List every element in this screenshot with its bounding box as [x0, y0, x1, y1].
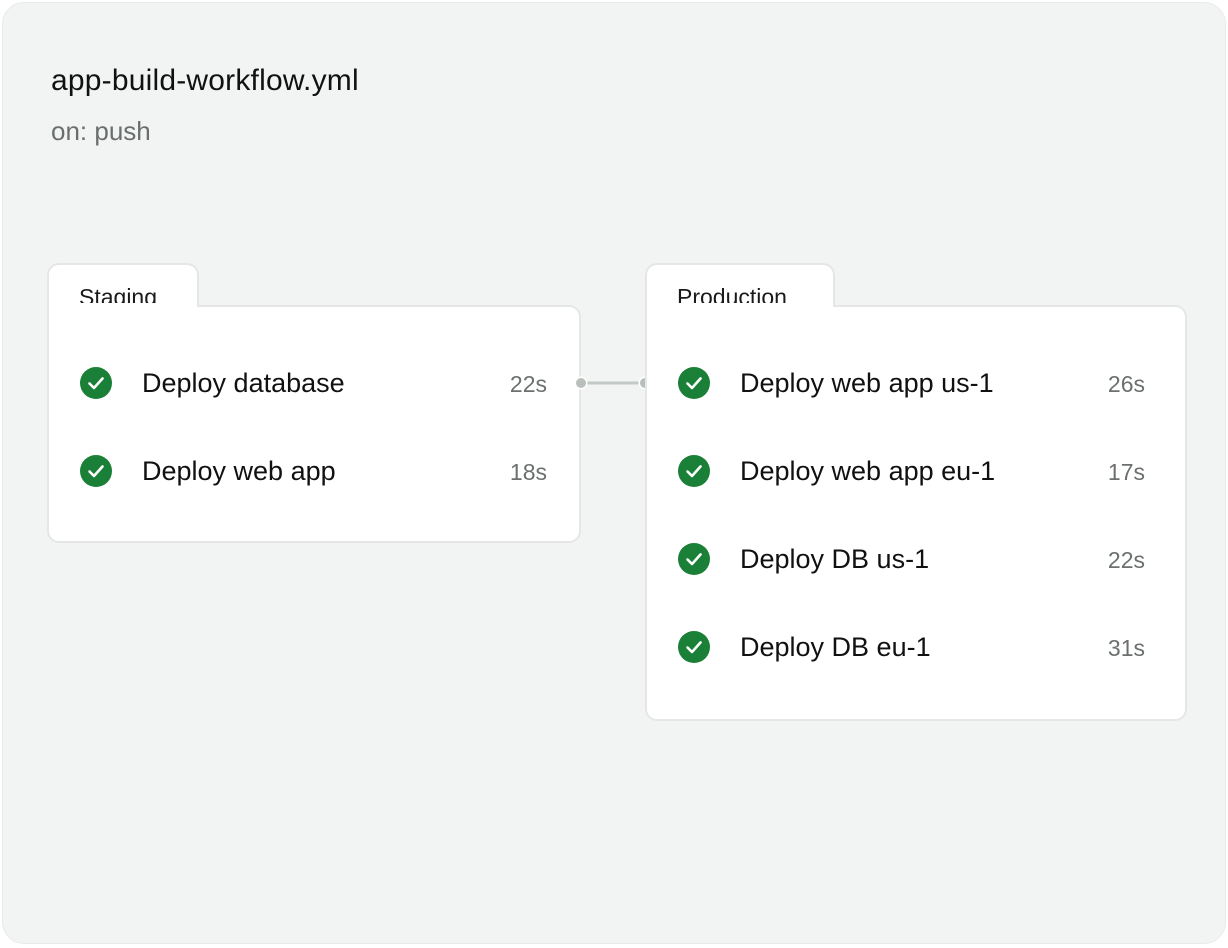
job-name: Deploy web app — [142, 456, 336, 486]
check-circle-icon — [678, 631, 710, 663]
job-duration: 17s — [1107, 459, 1145, 485]
job-name: Deploy DB us-1 — [740, 544, 930, 574]
job-name: Deploy DB eu-1 — [740, 632, 931, 662]
job-deploy-web-app-eu-1[interactable]: Deploy web app eu-1 17s — [677, 453, 1157, 489]
check-circle-icon — [80, 367, 112, 399]
job-deploy-database[interactable]: Deploy database 22s — [79, 365, 549, 401]
job-duration: 22s — [1107, 547, 1145, 573]
job-name: Deploy database — [142, 368, 345, 398]
job-name: Deploy web app eu-1 — [740, 456, 996, 486]
workflow-trigger: on: push — [51, 116, 151, 146]
job-duration: 26s — [1107, 371, 1145, 397]
job-duration: 31s — [1107, 635, 1145, 661]
job-duration: 18s — [509, 459, 547, 485]
workflow-canvas: app-build-workflow.yml on: push Staging … — [2, 2, 1226, 944]
check-circle-icon — [80, 455, 112, 487]
check-circle-icon — [678, 543, 710, 575]
job-deploy-web-app-us-1[interactable]: Deploy web app us-1 26s — [677, 365, 1157, 401]
job-deploy-web-app[interactable]: Deploy web app 18s — [79, 453, 549, 489]
group-body-staging — [47, 305, 581, 543]
workflow-title: app-build-workflow.yml — [51, 64, 359, 97]
check-circle-icon — [678, 367, 710, 399]
dependency-connector — [575, 376, 652, 390]
group-staging: Staging Deploy database 22s Deploy web a… — [47, 263, 581, 543]
job-name: Deploy web app us-1 — [740, 368, 994, 398]
job-deploy-db-eu-1[interactable]: Deploy DB eu-1 31s — [677, 629, 1157, 665]
check-circle-icon — [678, 455, 710, 487]
job-deploy-db-us-1[interactable]: Deploy DB us-1 22s — [677, 541, 1157, 577]
job-duration: 22s — [509, 371, 547, 397]
group-production: Production Deploy web app us-1 26s Deplo… — [645, 263, 1187, 721]
